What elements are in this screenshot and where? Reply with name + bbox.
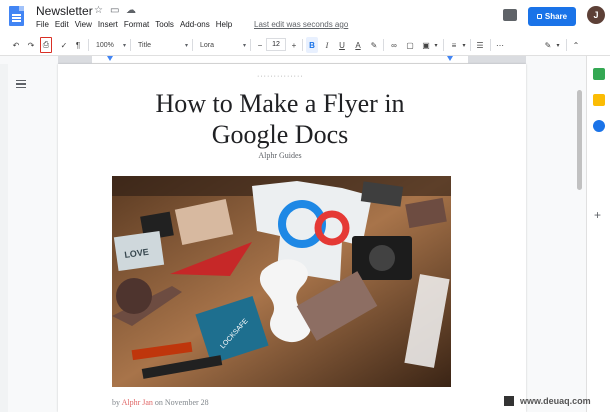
vertical-ruler[interactable] [0, 64, 8, 412]
flyer-photo[interactable]: LOVE LOCKSAFE [112, 176, 451, 387]
side-panel: + [586, 56, 610, 412]
decrease-font-size-button[interactable]: − [254, 37, 266, 53]
comments-icon[interactable] [503, 9, 517, 21]
menu-format[interactable]: Format [124, 20, 149, 29]
align-dropdown-icon[interactable]: ▾ [460, 37, 468, 53]
mode-dropdown-icon[interactable]: ▾ [554, 37, 562, 53]
font-size-input[interactable]: 12 [266, 38, 286, 51]
share-label: Share [544, 12, 568, 21]
menu-edit[interactable]: Edit [55, 20, 69, 29]
menu-bar: File Edit View Insert Format Tools Add-o… [36, 20, 232, 29]
byline-author[interactable]: Alphr Jan [122, 398, 153, 407]
style-select[interactable]: Title ▾ [138, 38, 188, 52]
folder-icon[interactable]: ▭ [110, 5, 119, 16]
font-select[interactable]: Lora ▾ [200, 38, 246, 52]
explore-icon[interactable] [504, 396, 514, 406]
watermark-text: www.deuaq.com [520, 396, 591, 406]
print-icon[interactable]: ⎙ [40, 37, 52, 53]
header-separator: ·············· [257, 73, 304, 80]
heading-line-2: Google Docs [211, 120, 349, 149]
calendar-icon[interactable] [593, 68, 605, 80]
bold-button[interactable]: B [306, 37, 318, 53]
line-spacing-icon[interactable]: ☰ [474, 37, 486, 53]
tasks-icon[interactable] [593, 120, 605, 132]
document-title[interactable]: Newsletter [36, 4, 93, 18]
byline-prefix: by [112, 398, 120, 407]
menu-tools[interactable]: Tools [155, 20, 174, 29]
menu-insert[interactable]: Insert [98, 20, 118, 29]
font-value: Lora [200, 41, 215, 49]
share-button[interactable]: Share [528, 7, 576, 26]
cloud-icon[interactable]: ☁ [126, 5, 136, 16]
underline-button[interactable]: U [336, 37, 348, 53]
redo-icon[interactable]: ↷ [25, 37, 37, 53]
header: Newsletter ☆ ▭ ☁ File Edit View Insert F… [0, 0, 610, 34]
toolbar: ↶ ↷ ⎙ ✓ ¶ 100% ▾ Title ▾ Lora ▾ − 12 + B I … [0, 34, 610, 56]
chevron-up-icon[interactable]: ⌃ [570, 37, 582, 53]
ruler-right-margin [468, 56, 526, 64]
last-edit-link[interactable]: Last edit was seconds ago [254, 20, 348, 29]
left-indent-marker[interactable] [107, 56, 113, 61]
editing-mode-icon[interactable]: ✎ [542, 37, 554, 53]
spellcheck-icon[interactable]: ✓ [58, 37, 70, 53]
paint-format-icon[interactable]: ¶ [72, 37, 84, 53]
more-icon[interactable]: ⋯ [494, 37, 506, 53]
comment-add-icon[interactable]: ▢ [404, 37, 416, 53]
document-outline-icon[interactable] [16, 80, 26, 89]
vertical-scrollbar[interactable] [577, 90, 582, 190]
byline-date: on November 28 [154, 398, 209, 407]
menu-help[interactable]: Help [216, 20, 232, 29]
right-indent-marker[interactable] [447, 56, 453, 61]
link-icon[interactable]: ∞ [388, 37, 400, 53]
menu-view[interactable]: View [75, 20, 92, 29]
undo-icon[interactable]: ↶ [10, 37, 22, 53]
byline[interactable]: by Alphr Jan on November 28 [112, 398, 209, 407]
image-icon[interactable]: ▣ [420, 37, 432, 53]
menu-addons[interactable]: Add-ons [180, 20, 210, 29]
heading-line-1: How to Make a Flyer in [155, 89, 405, 118]
desk-flatlay-image: LOVE LOCKSAFE [112, 176, 451, 387]
star-icon[interactable]: ☆ [94, 5, 103, 16]
docs-logo-icon[interactable] [9, 6, 24, 26]
zoom-value: 100% [96, 41, 114, 49]
style-value: Title [138, 41, 151, 49]
lock-icon [536, 14, 542, 19]
image-dropdown-icon[interactable]: ▾ [432, 37, 440, 53]
increase-font-size-button[interactable]: + [288, 37, 300, 53]
document-heading[interactable]: How to Make a Flyer in Google Docs [110, 88, 450, 150]
horizontal-ruler[interactable] [58, 56, 526, 64]
highlight-icon[interactable]: ✎ [368, 37, 380, 53]
document-subtitle[interactable]: Alphr Guides [110, 151, 450, 160]
ruler-left-margin [58, 56, 92, 64]
keep-icon[interactable] [593, 94, 605, 106]
avatar[interactable]: J [587, 6, 605, 24]
menu-file[interactable]: File [36, 20, 49, 29]
docs-app: Newsletter ☆ ▭ ☁ File Edit View Insert F… [0, 0, 610, 412]
align-icon[interactable]: ≡ [448, 37, 460, 53]
italic-button[interactable]: I [321, 37, 333, 53]
add-addon-icon[interactable]: + [594, 208, 601, 222]
text-color-button[interactable]: A [352, 37, 364, 53]
zoom-select[interactable]: 100% ▾ [96, 38, 126, 52]
